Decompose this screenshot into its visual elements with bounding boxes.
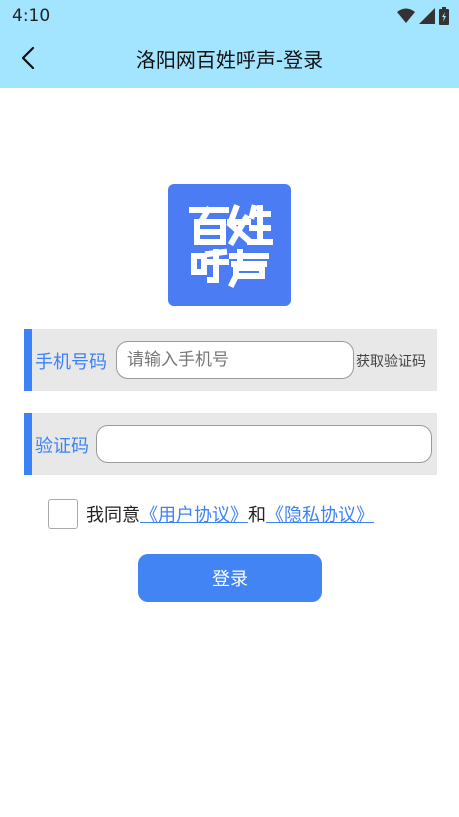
status-bar: 4:10: [0, 0, 459, 32]
signal-icon: [419, 8, 435, 28]
status-icons: [397, 7, 449, 29]
user-agreement-link[interactable]: 《用户协议》: [140, 501, 248, 527]
agree-checkbox[interactable]: [48, 499, 78, 529]
agree-prefix: 我同意: [86, 505, 140, 526]
nav-bar: 洛阳网百姓呼声-登录: [0, 32, 459, 88]
code-label: 验证码: [35, 436, 89, 457]
code-input[interactable]: [96, 425, 432, 463]
phone-input[interactable]: [116, 341, 354, 379]
status-time: 4:10: [12, 6, 51, 26]
phone-label: 手机号码: [35, 352, 107, 373]
battery-icon: [439, 7, 449, 29]
app-logo: 百姓 呼声: [168, 184, 291, 306]
agree-conjunction: 和: [248, 505, 266, 526]
page-title: 洛阳网百姓呼声-登录: [135, 48, 324, 72]
login-button[interactable]: 登录: [138, 554, 322, 602]
code-row: 验证码: [24, 413, 437, 475]
agreement-row: 我同意 《用户协议》 和 《隐私协议》: [48, 498, 374, 530]
phone-row: 手机号码 获取验证码: [24, 329, 437, 391]
privacy-policy-link[interactable]: 《隐私协议》: [266, 501, 374, 527]
wifi-icon: [397, 8, 415, 28]
get-code-button[interactable]: 获取验证码: [356, 351, 426, 371]
app-header: 4:10 洛阳网百姓呼声-登录: [0, 0, 459, 88]
